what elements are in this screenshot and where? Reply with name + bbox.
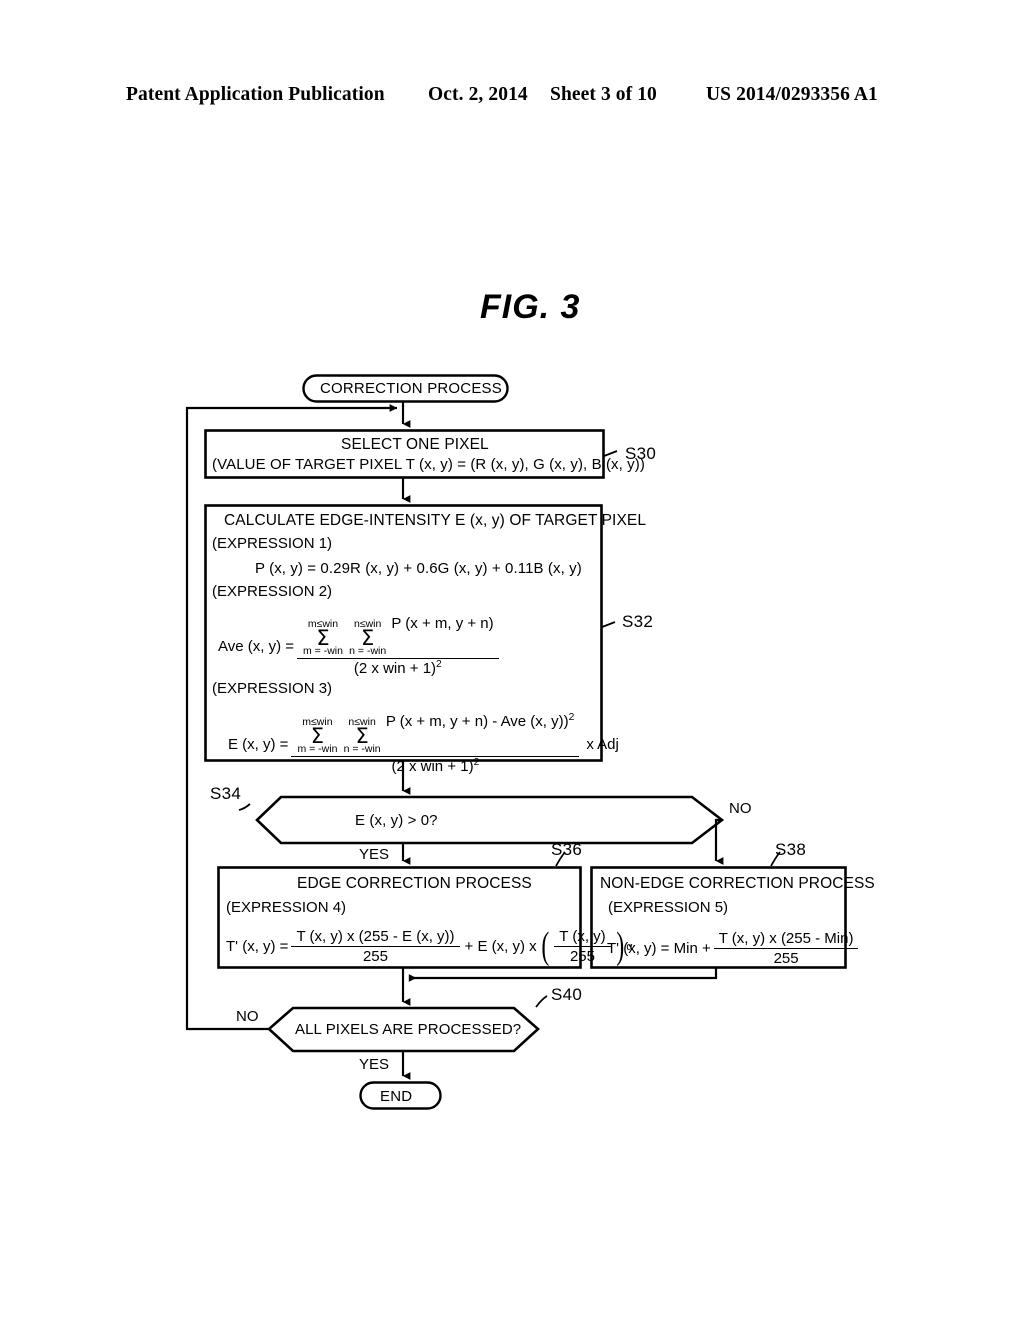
expr3-summation-inner: n≤win Σ n = -win [344, 717, 381, 754]
end-terminal-label: END [380, 1088, 413, 1105]
s34-leader-line [238, 803, 251, 811]
expr5-fraction: T (x, y) x (255 - Min) 255 [713, 930, 859, 967]
s38-expression5-label: (EXPRESSION 5) [608, 899, 729, 916]
expr4-fraction-1: T (x, y) x (255 - E (x, y)) 255 [291, 928, 460, 965]
s32-title-line: CALCULATE EDGE-INTENSITY E (x, y) OF TAR… [224, 512, 647, 529]
expr5-lhs: T' (x, y) = Min + [607, 940, 711, 957]
expr3-fraction: m≤win Σ m = -win n≤win Σ n = -win P (x +… [291, 712, 580, 775]
expr3-denominator-exponent: 2 [473, 757, 480, 769]
expr3-sum2-lower: n = -win [343, 742, 381, 755]
s40-step-ref: S40 [551, 985, 583, 1004]
left-paren-glyph: ( [541, 924, 549, 967]
expr5-denominator: 255 [773, 950, 799, 967]
expr2-fraction: m≤win Σ m = -win n≤win Σ n = -win P (x +… [297, 615, 499, 677]
expr3-denominator-base: (2 x win + 1) [391, 758, 474, 776]
expr2-sum2-lower: n = -win [349, 644, 387, 657]
expr3-summation-outer: m≤win Σ m = -win [297, 717, 337, 754]
s32-leader-line [601, 621, 616, 628]
s36-step-ref: S36 [551, 840, 583, 859]
expr2-summation-inner: n≤win Σ n = -win [349, 619, 386, 656]
expr3-denominator: (2 x win + 1)2 [386, 757, 484, 775]
expr2-numerator: m≤win Σ m = -win n≤win Σ n = -win P (x +… [297, 615, 499, 660]
expr4-fraction-2: T (x, y) 255 [554, 928, 611, 965]
expr4-lhs: T' (x, y) = [226, 938, 289, 955]
s32-expression3-label: (EXPRESSION 3) [212, 680, 333, 697]
s32-expression3-formula: E (x, y) = m≤win Σ m = -win n≤win Σ n = … [228, 712, 619, 775]
expr3-numerator-exponent: 2 [568, 712, 575, 723]
expr4-numerator-1: T (x, y) x (255 - E (x, y)) [291, 928, 460, 947]
s34-decision-shape [255, 795, 725, 845]
expr3-trailing-factor: x Adj [586, 735, 619, 753]
s30-title-line: SELECT ONE PIXEL [341, 436, 489, 453]
s34-no-branch-label: NO [729, 800, 752, 817]
expr3-lhs: E (x, y) = [228, 735, 289, 753]
expr2-denominator: (2 x win + 1)2 [349, 659, 447, 677]
expr4-denominator-2: 255 [569, 948, 595, 965]
s34-yes-branch-label: YES [359, 846, 390, 863]
s34-condition-text: E (x, y) > 0? [355, 812, 438, 829]
expr2-denominator-base: (2 x win + 1) [353, 660, 437, 678]
s32-step-ref: S32 [622, 612, 654, 631]
s32-expression2-formula: Ave (x, y) = m≤win Σ m = -win n≤win Σ n … [218, 615, 502, 677]
s38-expression5-formula: T' (x, y) = Min + T (x, y) x (255 - Min)… [607, 930, 861, 967]
s34-step-ref: S34 [210, 784, 242, 803]
expr5-numerator: T (x, y) x (255 - Min) [713, 930, 859, 949]
s32-expression2-label: (EXPRESSION 2) [212, 583, 333, 600]
s40-no-branch-label: NO [236, 1008, 259, 1025]
expr3-summand: P (x + m, y + n) - Ave (x, y)) [385, 713, 569, 730]
expr4-denominator-1: 255 [362, 948, 388, 965]
s32-expression1-formula: P (x, y) = 0.29R (x, y) + 0.6G (x, y) + … [255, 560, 582, 577]
s32-expression1-label: (EXPRESSION 1) [212, 535, 333, 552]
expr4-numerator-2: T (x, y) [554, 928, 611, 947]
sigma-icon: Σ [316, 625, 330, 650]
expr3-sum1-lower: m = -win [297, 742, 338, 755]
expr4-middle-term: + E (x, y) x [464, 938, 537, 955]
expr2-sum1-lower: m = -win [303, 644, 343, 657]
s40-leader-line [535, 995, 548, 1008]
expr2-lhs: Ave (x, y) = [218, 637, 294, 655]
sigma-icon: Σ [355, 723, 369, 748]
expr2-summation-outer: m≤win Σ m = -win [303, 619, 343, 656]
connector-s34-no-to-s38 [714, 818, 724, 865]
s36-expression4-label: (EXPRESSION 4) [226, 899, 347, 916]
s30-step-ref: S30 [625, 444, 657, 463]
sigma-icon: Σ [361, 625, 375, 650]
expr2-denominator-exponent: 2 [436, 659, 442, 671]
s36-expression4-formula: T' (x, y) = T (x, y) x (255 - E (x, y)) … [226, 924, 633, 967]
s38-title-line: NON-EDGE CORRECTION PROCESS [600, 875, 875, 892]
expr3-numerator: m≤win Σ m = -win n≤win Σ n = -win P (x +… [291, 712, 580, 758]
s36-title-line: EDGE CORRECTION PROCESS [297, 875, 532, 892]
start-terminal-label: CORRECTION PROCESS [320, 380, 502, 397]
s40-condition-text: ALL PIXELS ARE PROCESSED? [295, 1021, 522, 1038]
s30-detail-line: (VALUE OF TARGET PIXEL T (x, y) = (R (x,… [212, 456, 645, 473]
s40-yes-branch-label: YES [359, 1056, 390, 1073]
sigma-icon: Σ [310, 723, 325, 748]
flowchart-diagram [0, 0, 1024, 1320]
s38-step-ref: S38 [775, 840, 807, 859]
expr2-summand: P (x + m, y + n) [391, 615, 494, 632]
